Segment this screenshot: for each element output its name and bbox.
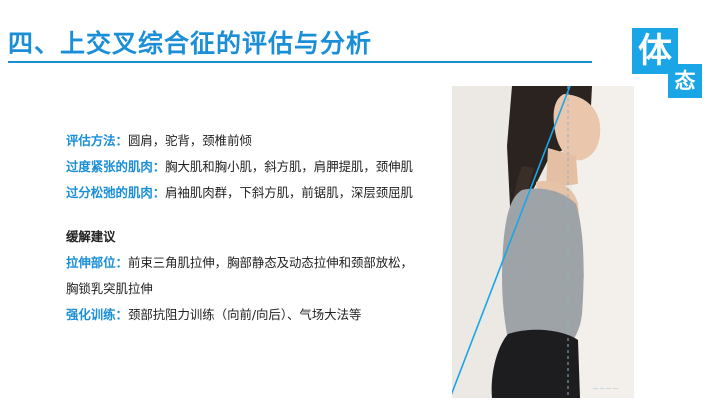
photo-watermark: ~~~~ [592,384,619,393]
advice-heading: 缓解建议 [66,229,116,244]
tight-muscles: 过度紧张的肌肉：胸大肌和胸小肌，斜方肌，肩胛提肌，颈伸肌 [66,159,413,174]
slide-title: 四、上交叉综合征的评估与分析 [8,29,373,58]
strength-training: 强化训练：颈部抗阻力训练（向前/向后）、气场大法等 [66,307,362,322]
logo-tile-small: 态 [668,64,702,98]
stretch-areas: 拉伸部位：前束三角肌拉伸，胸部静态及动态拉伸和颈部放松，胸锁乳突肌拉伸 [66,255,413,296]
posture-photo [452,86,634,398]
posture-figure [452,86,634,398]
assessment-method: 评估方法：圆肩，驼背，颈椎前倾 [66,133,252,148]
content-block: 评估方法：圆肩，驼背，颈椎前倾 过度紧张的肌肉：胸大肌和胸小肌，斜方肌，肩胛提肌… [66,128,416,328]
weak-muscles: 过分松弛的肌肉：肩袖肌肉群，下斜方肌，前锯肌，深层颈屈肌 [66,185,413,200]
title-underline [8,61,592,63]
